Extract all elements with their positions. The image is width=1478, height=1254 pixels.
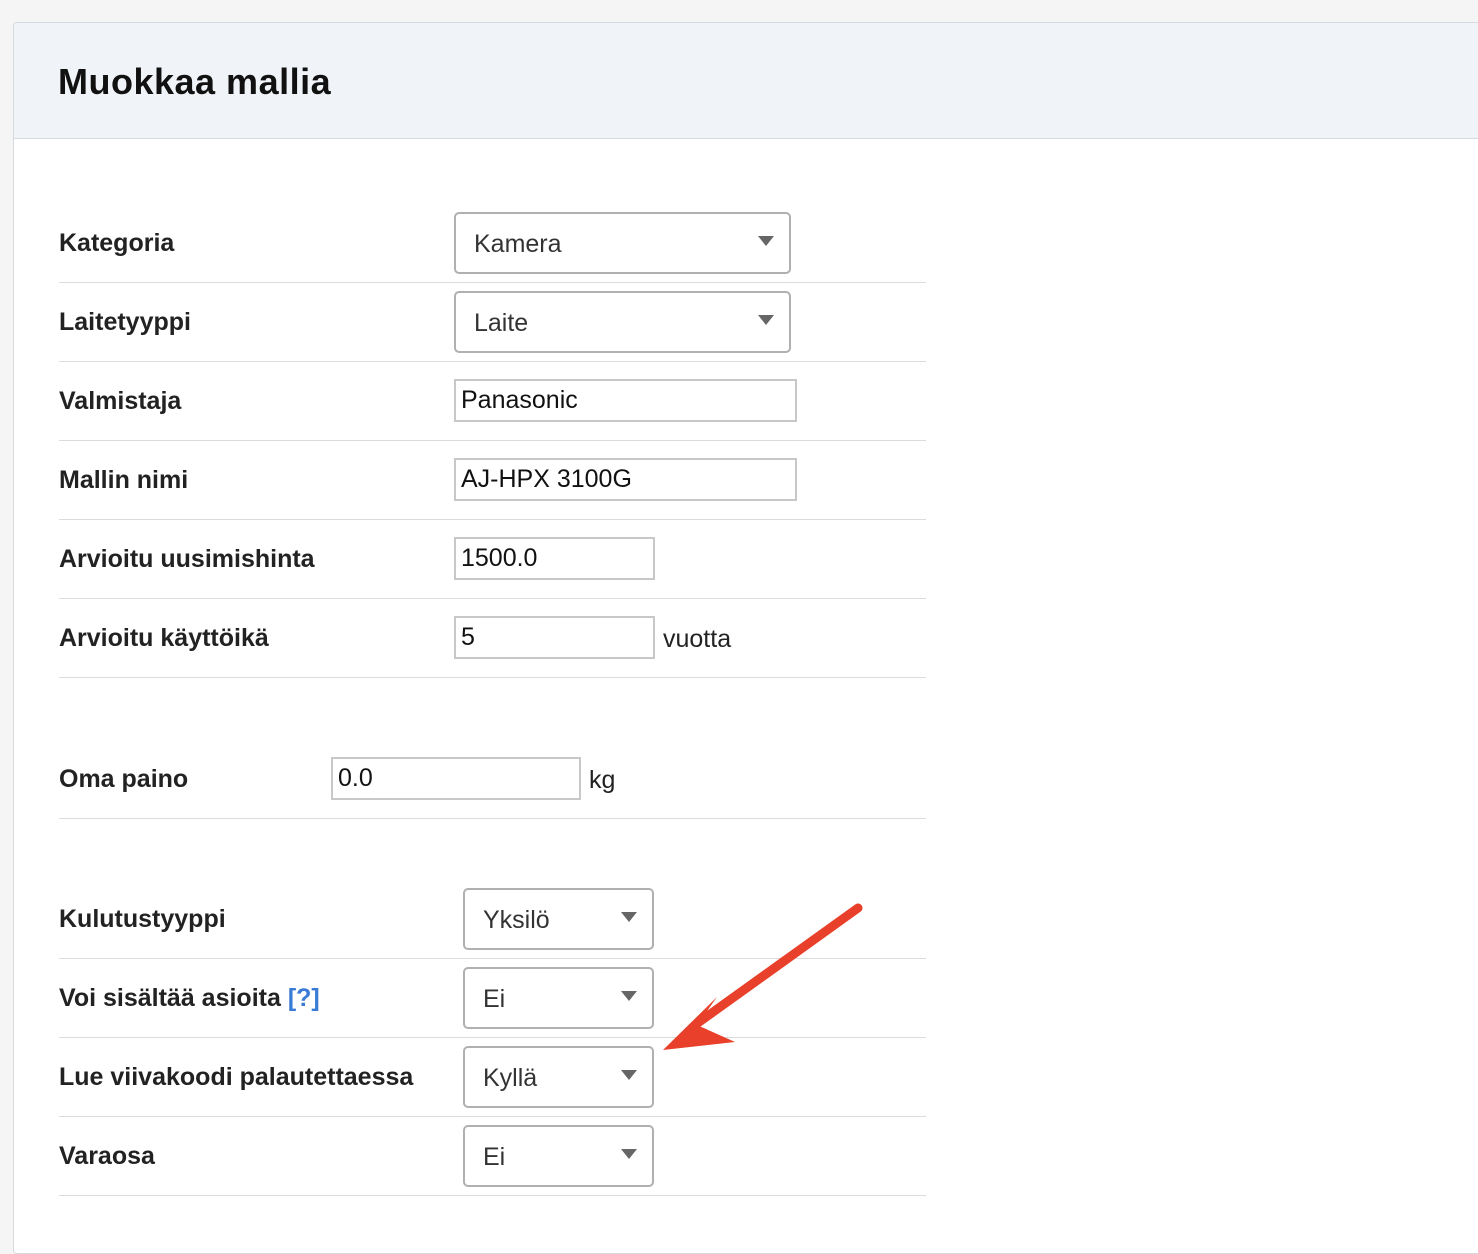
kayttoika-label: Arvioitu käyttöikä <box>59 624 269 652</box>
panel-header: Muokkaa mallia <box>14 23 1478 139</box>
valmistaja-label: Valmistaja <box>59 387 182 415</box>
kategoria-select[interactable]: Kamera <box>454 212 791 274</box>
kulutustyyppi-select[interactable]: Yksilö <box>463 888 654 950</box>
kategoria-label: Kategoria <box>59 229 175 257</box>
chevron-down-icon <box>621 991 637 1001</box>
kategoria-select-value: Kamera <box>474 230 562 258</box>
uusimishinta-label: Arvioitu uusimishinta <box>59 545 315 573</box>
voi-sisaltaa-select[interactable]: Ei <box>463 967 654 1029</box>
chevron-down-icon <box>621 912 637 922</box>
kayttoika-unit: vuotta <box>663 625 732 653</box>
lue-viivakoodi-select-value: Kyllä <box>483 1064 538 1092</box>
laitetyyppi-select-value: Laite <box>474 309 529 337</box>
lue-viivakoodi-label: Lue viivakoodi palautettaessa <box>59 1063 414 1091</box>
row-uusimishinta: Arvioitu uusimishinta <box>59 519 926 599</box>
annotation-arrow-icon <box>663 903 863 1050</box>
oma-paino-input[interactable] <box>331 757 581 800</box>
row-kayttoika: Arvioitu käyttöikä vuotta <box>59 598 926 678</box>
kayttoika-input[interactable] <box>454 616 655 659</box>
kulutustyyppi-label: Kulutustyyppi <box>59 905 226 933</box>
laitetyyppi-label: Laitetyyppi <box>59 308 191 336</box>
voi-sisaltaa-label-text: Voi sisältää asioita <box>59 984 281 1012</box>
oma-paino-unit: kg <box>589 766 616 794</box>
chevron-down-icon <box>758 315 774 325</box>
page-title: Muokkaa mallia <box>58 61 332 102</box>
chevron-down-icon <box>621 1149 637 1159</box>
arrow-shaft <box>690 903 863 1030</box>
voi-sisaltaa-label: Voi sisältää asioita [?] <box>59 984 320 1013</box>
oma-paino-label: Oma paino <box>59 765 189 793</box>
row-laitetyyppi: Laitetyyppi Laite <box>59 282 926 362</box>
varaosa-select-value: Ei <box>483 1143 506 1171</box>
voi-sisaltaa-select-value: Ei <box>483 985 506 1013</box>
varaosa-select[interactable]: Ei <box>463 1125 654 1187</box>
lue-viivakoodi-select[interactable]: Kyllä <box>463 1046 654 1108</box>
row-oma-paino: Oma paino kg <box>59 739 926 819</box>
mallin-nimi-input[interactable] <box>454 458 797 501</box>
valmistaja-input[interactable] <box>454 379 797 422</box>
help-link[interactable]: [?] <box>288 984 320 1012</box>
kulutustyyppi-select-value: Yksilö <box>483 906 550 934</box>
chevron-down-icon <box>621 1070 637 1080</box>
row-kategoria: Kategoria Kamera <box>59 203 926 283</box>
row-varaosa: Varaosa Ei <box>59 1116 926 1196</box>
row-valmistaja: Valmistaja <box>59 361 926 441</box>
uusimishinta-input[interactable] <box>454 537 655 580</box>
laitetyyppi-select[interactable]: Laite <box>454 291 791 353</box>
chevron-down-icon <box>758 236 774 246</box>
row-mallin-nimi: Mallin nimi <box>59 440 926 520</box>
varaosa-label: Varaosa <box>59 1142 155 1170</box>
mallin-nimi-label: Mallin nimi <box>59 466 189 494</box>
